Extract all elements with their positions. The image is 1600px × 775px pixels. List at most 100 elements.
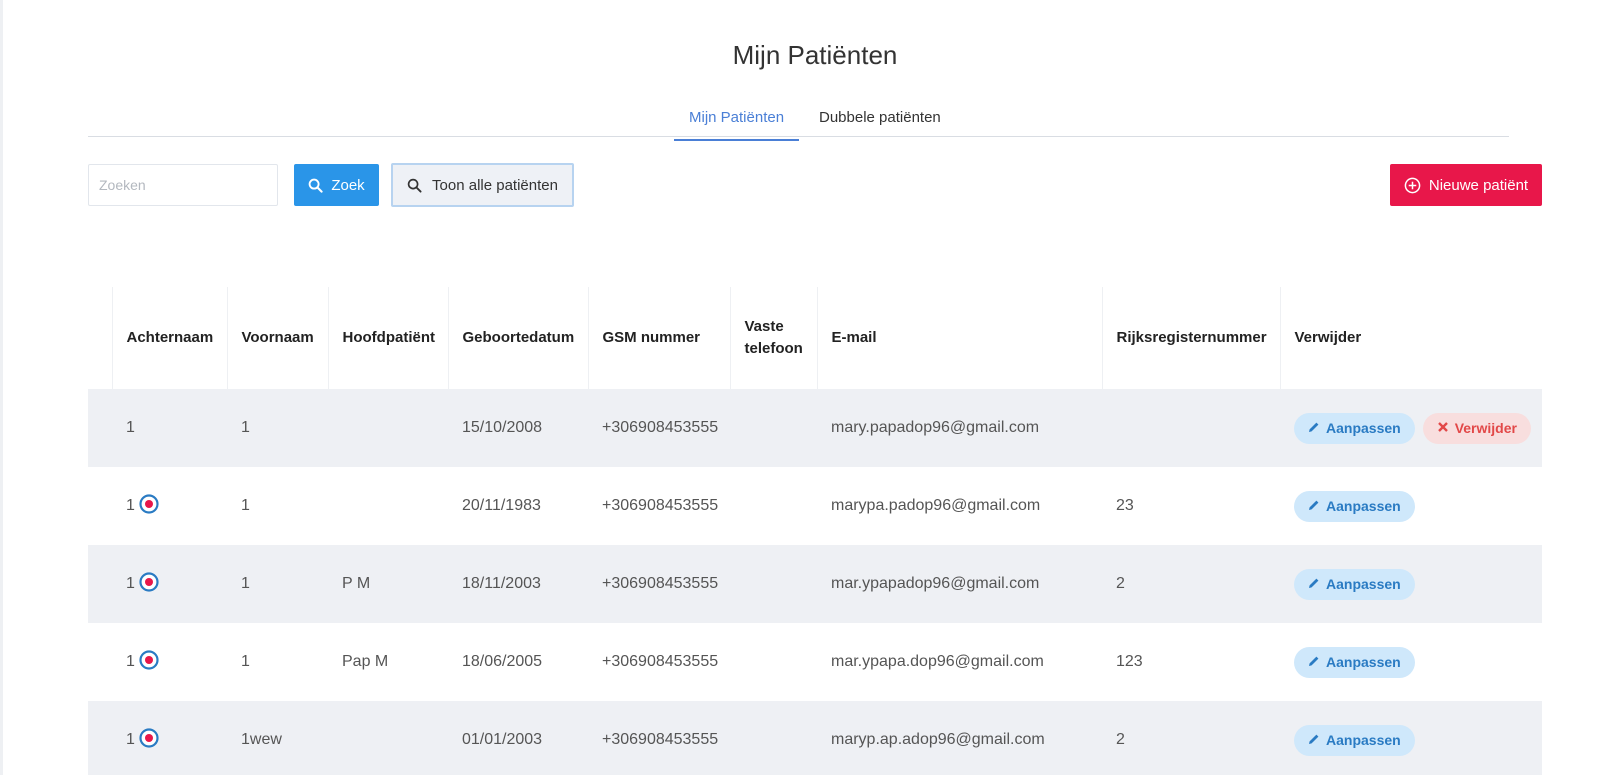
- cell-gsm: +306908453555: [602, 497, 719, 514]
- edit-button[interactable]: Aanpassen: [1294, 490, 1415, 522]
- edit-button[interactable]: Aanpassen: [1294, 568, 1415, 600]
- edit-button[interactable]: Aanpassen: [1294, 724, 1415, 756]
- pencil-icon: [1308, 732, 1320, 748]
- lastname-text: 1: [126, 653, 135, 670]
- cell-firstname: 1: [241, 497, 250, 514]
- table-row[interactable]: 1 1 20/11/1983 +306908453555 marypa.padop96@…: [88, 467, 1542, 545]
- column-header-dob[interactable]: Geboortedatum: [447, 287, 588, 389]
- cell-email: marypa.padop96@gmail.com: [831, 497, 1041, 514]
- cell-main-patient: Pap M: [342, 653, 389, 670]
- column-header-lastname[interactable]: Achternaam: [111, 287, 227, 389]
- table-header-row: Achternaam Voornaam Hoofdpatiënt Geboort…: [88, 287, 1542, 389]
- cell-actions: Aanpassen: [1280, 701, 1542, 775]
- cell-main-patient: [328, 389, 448, 467]
- cell-lastname: 1: [112, 467, 227, 545]
- cell-actions: Aanpassen: [1280, 545, 1542, 623]
- delete-button[interactable]: Verwijder: [1422, 412, 1531, 444]
- search-icon: [308, 178, 323, 193]
- column-header-phone[interactable]: Vaste telefoon: [729, 287, 817, 389]
- column-header-rrn[interactable]: Rijksregisternummer: [1101, 287, 1280, 389]
- tab-bar: Mijn Patiënten Dubbele patiënten: [88, 102, 1509, 141]
- cell-firstname: 1: [241, 653, 250, 670]
- pencil-icon: [1308, 576, 1320, 592]
- lastname-text: 1: [126, 497, 135, 514]
- cell-dob: 18/06/2005: [462, 653, 543, 670]
- cell-select: [88, 389, 112, 467]
- cell-select: [88, 545, 112, 623]
- column-header-gsm[interactable]: GSM nummer: [587, 287, 730, 389]
- table-row[interactable]: 1 1wew 01/01/2003 +306908453555 maryp.ap.ado…: [88, 701, 1542, 775]
- search-input[interactable]: [88, 164, 278, 206]
- cell-lastname: 1: [112, 623, 227, 701]
- cell-main-patient: [328, 467, 448, 545]
- cell-lastname: 1: [112, 545, 227, 623]
- cell-phone: [730, 545, 817, 623]
- cell-dob: 15/10/2008: [462, 419, 543, 436]
- cell-gsm: +306908453555: [602, 731, 719, 748]
- cell-phone: [730, 467, 817, 545]
- column-header-select: [88, 287, 112, 389]
- column-header-delete: Verwijder: [1279, 287, 1542, 389]
- cell-select: [88, 623, 112, 701]
- cell-rrn: 2: [1116, 575, 1125, 592]
- cell-phone: [730, 389, 817, 467]
- edit-button-label: Aanpassen: [1326, 576, 1401, 592]
- cell-select: [88, 701, 112, 775]
- edit-button-label: Aanpassen: [1326, 732, 1401, 748]
- cell-email: mary.papadop96@gmail.com: [831, 419, 1040, 436]
- cell-gsm: +306908453555: [602, 419, 719, 436]
- column-header-main-patient[interactable]: Hoofdpatiënt: [327, 287, 448, 389]
- cell-lastname: 1: [112, 701, 227, 775]
- main-patient-link-icon[interactable]: [139, 571, 159, 597]
- cell-lastname: 1: [112, 389, 227, 467]
- tab-dubbele-patienten[interactable]: Dubbele patiënten: [804, 109, 956, 139]
- main-patient-link-icon[interactable]: [139, 493, 159, 519]
- cell-actions: Aanpassen: [1280, 467, 1542, 545]
- cell-rrn: 23: [1116, 497, 1134, 514]
- cell-actions: Aanpassen: [1280, 623, 1542, 701]
- tab-mijn-patienten[interactable]: Mijn Patiënten: [674, 109, 800, 141]
- cell-main-patient: [328, 701, 448, 775]
- lastname-text: 1: [126, 575, 135, 592]
- close-icon: [1437, 420, 1449, 436]
- cell-select: [88, 467, 112, 545]
- table-row[interactable]: 1 1 P M 18/11/2003 +306908453555 mar.ypapadop…: [88, 545, 1542, 623]
- table-row[interactable]: 1 1 Pap M 18/06/2005 +306908453555 mar.ypapa.…: [88, 623, 1542, 701]
- column-header-email[interactable]: E-mail: [816, 287, 1102, 389]
- search-button[interactable]: Zoek: [294, 164, 379, 206]
- cell-gsm: +306908453555: [602, 653, 719, 670]
- cell-rrn: 2: [1116, 731, 1125, 748]
- new-patient-button[interactable]: Nieuwe patiënt: [1390, 164, 1542, 206]
- cell-rrn: [1102, 389, 1280, 467]
- patients-table: Achternaam Voornaam Hoofdpatiënt Geboort…: [88, 287, 1542, 775]
- cell-email: mar.ypapadop96@gmail.com: [831, 575, 1040, 592]
- new-patient-button-label: Nieuwe patiënt: [1428, 176, 1529, 194]
- cell-rrn: 123: [1116, 653, 1143, 670]
- cell-gsm: +306908453555: [602, 575, 719, 592]
- main-patient-link-icon[interactable]: [139, 727, 159, 753]
- pencil-icon: [1308, 420, 1320, 436]
- cell-firstname: 1wew: [241, 731, 282, 748]
- cell-firstname: 1: [241, 575, 250, 592]
- cell-actions: Aanpassen Verwijder: [1280, 389, 1542, 467]
- pencil-icon: [1308, 654, 1320, 670]
- page-title: Mijn Patiënten: [732, 40, 898, 70]
- plus-circle-icon: [1404, 177, 1421, 194]
- edit-button-label: Aanpassen: [1326, 654, 1401, 670]
- search-icon: [407, 178, 422, 193]
- search-button-label: Zoek: [331, 176, 365, 194]
- table-row[interactable]: 1 1 15/10/2008 +306908453555 mary.papadop96@…: [88, 389, 1542, 467]
- cell-firstname: 1: [241, 419, 250, 436]
- main-patient-link-icon[interactable]: [139, 649, 159, 675]
- show-all-button[interactable]: Toon alle patiënten: [391, 163, 574, 207]
- edit-button[interactable]: Aanpassen: [1294, 646, 1415, 678]
- column-header-firstname[interactable]: Voornaam: [226, 287, 328, 389]
- pencil-icon: [1308, 498, 1320, 514]
- cell-main-patient: P M: [342, 575, 371, 592]
- show-all-button-label: Toon alle patiënten: [432, 176, 558, 194]
- cell-phone: [730, 701, 817, 775]
- cell-email: maryp.ap.adop96@gmail.com: [831, 731, 1045, 748]
- lastname-text: 1: [126, 731, 135, 748]
- edit-button[interactable]: Aanpassen: [1294, 412, 1415, 444]
- cell-dob: 20/11/1983: [462, 497, 541, 514]
